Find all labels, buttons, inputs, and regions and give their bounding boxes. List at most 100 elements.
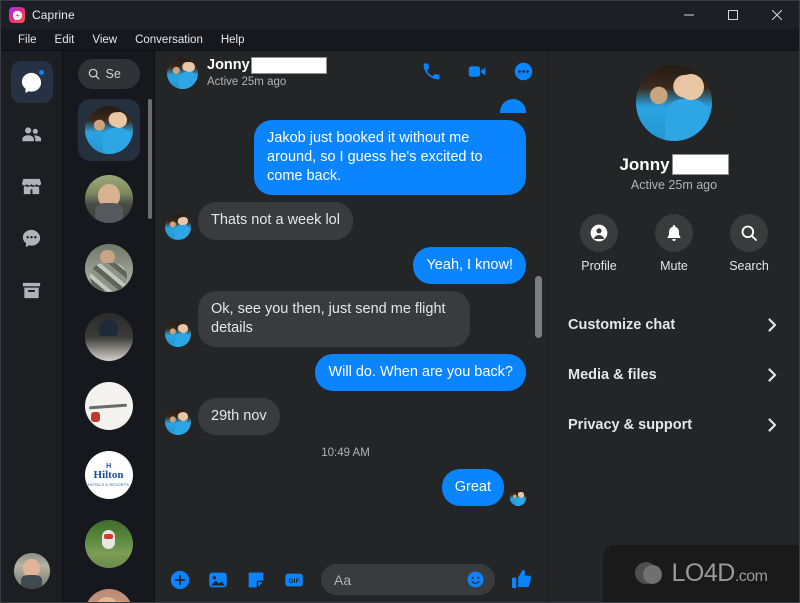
section-media-files[interactable]: Media & files	[568, 350, 780, 400]
message-input-wrapper[interactable]	[321, 564, 495, 595]
sidebar-item-message-requests[interactable]	[11, 217, 53, 259]
message-bubble[interactable]: Will do. When are you back?	[315, 353, 526, 391]
svg-text:GIF: GIF	[289, 577, 300, 584]
caprine-window: Caprine File Edit View Conversation Help	[0, 0, 800, 603]
video-camera-icon[interactable]	[467, 61, 488, 87]
bell-icon	[655, 214, 693, 252]
messenger-logo-icon	[9, 7, 25, 23]
list-item[interactable]: H Hilton HOTELS & RESORTS	[78, 444, 140, 506]
menu-help[interactable]: Help	[212, 32, 254, 48]
section-customize-chat[interactable]: Customize chat	[568, 300, 780, 350]
sidebar-item-people[interactable]	[11, 113, 53, 155]
gif-icon[interactable]: GIF	[283, 569, 305, 591]
sidebar-item-marketplace[interactable]	[11, 165, 53, 207]
message-bubble[interactable]: Jakob just booked it without me around, …	[254, 120, 526, 196]
section-label: Customize chat	[568, 317, 676, 333]
main-body: Se H Hilton HOTELS & RESORTS Jonny Activ…	[1, 51, 799, 602]
search-label: Search	[729, 259, 769, 273]
smiley-icon[interactable]	[466, 570, 485, 589]
mute-button[interactable]: Mute	[648, 214, 700, 273]
message-row: Great	[165, 469, 526, 507]
seen-avatar	[510, 490, 526, 507]
message-bubble[interactable]: Yeah, I know!	[413, 246, 526, 284]
watermark-text: LO4D.com	[672, 559, 768, 588]
thumbs-up-icon[interactable]	[511, 568, 534, 591]
chevron-right-icon	[768, 318, 777, 332]
message-bubble-clipped[interactable]	[500, 99, 526, 113]
message-bubble[interactable]: Thats not a week lol	[198, 202, 353, 240]
list-item[interactable]	[78, 237, 140, 299]
avatar[interactable]	[636, 65, 712, 141]
section-privacy-support[interactable]: Privacy & support	[568, 400, 780, 450]
status-badge: Active 25m ago	[630, 178, 718, 192]
window-controls	[667, 1, 799, 29]
maximize-icon[interactable]	[711, 1, 755, 29]
hilton-tagline: HOTELS & RESORTS	[88, 483, 129, 487]
phone-icon[interactable]	[421, 61, 442, 87]
avatar	[165, 409, 191, 436]
search-input[interactable]: Se	[77, 59, 140, 89]
message-row: Jakob just booked it without me around, …	[165, 120, 526, 196]
search-input-value: Se	[105, 67, 121, 81]
list-item[interactable]	[78, 375, 140, 437]
avatar	[165, 320, 191, 347]
message-list-scrollbar[interactable]	[535, 276, 542, 338]
contact-name: Jonny	[207, 57, 250, 74]
chat-header-actions	[421, 61, 534, 87]
sidebar-item-chats[interactable]	[10, 61, 53, 103]
avatar	[84, 244, 133, 292]
message-bubble[interactable]: Great	[441, 469, 504, 507]
message-list[interactable]: Jakob just booked it without me around, …	[155, 96, 548, 557]
chat-header-text: Jonny Active 25m ago	[207, 57, 327, 90]
status-badge: Active 25m ago	[207, 76, 287, 89]
search-button[interactable]: Search	[723, 214, 775, 273]
details-panel: Jonny Active 25m ago Profile Mute Search…	[548, 51, 799, 602]
close-icon[interactable]	[755, 1, 799, 29]
search-icon	[730, 214, 768, 252]
minimize-icon[interactable]	[667, 1, 711, 29]
sticker-icon[interactable]	[245, 569, 267, 591]
message-row: Yeah, I know!	[165, 246, 526, 284]
page-title: Jonny	[207, 57, 327, 75]
current-user-avatar[interactable]	[13, 553, 50, 589]
details-sections: Customize chat Media & files Privacy & s…	[549, 300, 799, 450]
message-row: Ok, see you then, just send me flight de…	[165, 290, 526, 347]
message-bubble[interactable]: 29th nov	[198, 398, 280, 436]
title-bar: Caprine	[1, 1, 799, 29]
lo4d-logo-icon	[634, 558, 666, 589]
app-title: Caprine	[32, 8, 75, 22]
message-row: Will do. When are you back?	[165, 353, 526, 391]
avatar	[84, 382, 133, 430]
menu-view[interactable]: View	[83, 32, 126, 48]
avatar[interactable]	[167, 58, 198, 89]
profile-button[interactable]: Profile	[573, 214, 625, 273]
avatar	[84, 520, 133, 568]
list-item[interactable]	[78, 306, 140, 368]
message-bubble[interactable]: Ok, see you then, just send me flight de…	[198, 290, 470, 347]
menu-edit[interactable]: Edit	[46, 32, 84, 48]
watermark: LO4D.com	[603, 545, 799, 602]
menu-bar: File Edit View Conversation Help	[1, 29, 799, 51]
redaction-box	[250, 57, 327, 75]
chevron-right-icon	[768, 418, 777, 432]
avatar	[84, 106, 133, 154]
menu-file[interactable]: File	[9, 32, 46, 48]
image-icon[interactable]	[207, 569, 229, 591]
list-item[interactable]	[78, 582, 140, 602]
menu-conversation[interactable]: Conversation	[126, 32, 212, 48]
sidebar-item-archive[interactable]	[11, 269, 53, 311]
list-item[interactable]	[77, 99, 140, 161]
chat-header: Jonny Active 25m ago	[155, 51, 548, 96]
composer-bar: GIF	[155, 557, 548, 602]
nav-rail	[1, 51, 63, 602]
list-item[interactable]	[78, 513, 140, 575]
ellipsis-circle-icon[interactable]	[513, 61, 534, 87]
conversation-list-scrollbar[interactable]	[148, 99, 152, 594]
conversation-list: Se H Hilton HOTELS & RESORTS	[63, 51, 155, 602]
avatar	[84, 175, 133, 223]
message-timestamp: 10:49 AM	[321, 447, 370, 460]
list-item[interactable]	[78, 168, 140, 230]
avatar	[84, 589, 133, 602]
message-input[interactable]	[334, 571, 466, 588]
plus-circle-icon[interactable]	[169, 569, 191, 591]
